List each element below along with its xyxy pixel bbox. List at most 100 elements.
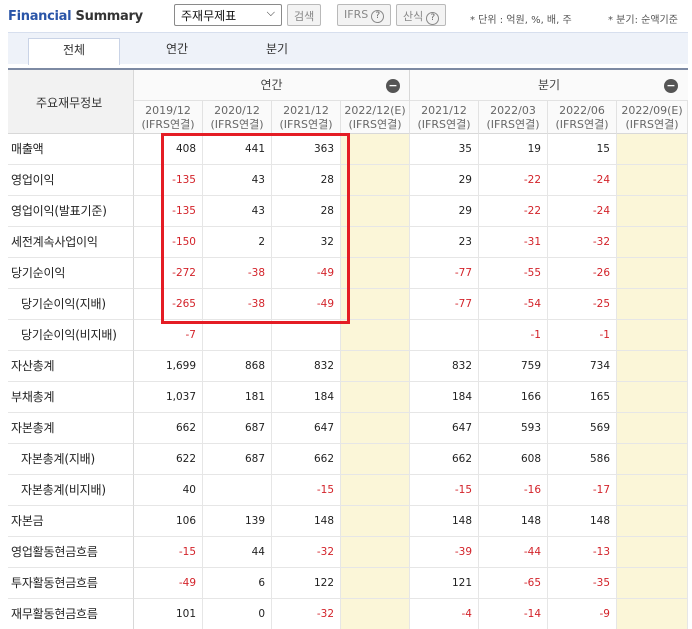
unit-note: * 단위 : 억원, %, 배, 주 — [470, 15, 572, 26]
table-cell: 32 — [272, 227, 341, 258]
table-cell — [341, 320, 410, 351]
column-header: 2020/12 (IFRS연결) — [203, 101, 272, 134]
collapse-annual-icon[interactable]: − — [386, 79, 400, 93]
ifrs-help-button[interactable]: IFRS? — [337, 4, 392, 26]
table-cell: -135 — [134, 165, 203, 196]
table-cell — [617, 382, 688, 413]
table-cell: -49 — [272, 258, 341, 289]
table-cell: 1,037 — [134, 382, 203, 413]
table-cell — [617, 599, 688, 629]
table-cell: -135 — [134, 196, 203, 227]
formula-help-button[interactable]: 산식? — [396, 4, 447, 26]
corner-label: 주요재무정보 — [36, 96, 103, 110]
table-cell: 28 — [272, 165, 341, 196]
table-cell: -38 — [203, 289, 272, 320]
statement-type-value: 주재무제표 — [181, 9, 237, 23]
table-cell: -32 — [272, 599, 341, 629]
table-cell: 734 — [548, 351, 617, 382]
table-cell — [617, 537, 688, 568]
table-cell: 2 — [203, 227, 272, 258]
table-cell: 647 — [272, 413, 341, 444]
tab-all[interactable]: 전체 — [28, 38, 120, 65]
annual-group-header: 연간 — [134, 70, 410, 101]
statement-type-select[interactable]: 주재무제표 ⌵ — [174, 4, 282, 26]
table-cell — [617, 258, 688, 289]
table-cell — [341, 196, 410, 227]
table-cell: -13 — [548, 537, 617, 568]
table-cell — [617, 506, 688, 537]
row-label: 영업활동현금흐름 — [8, 537, 134, 568]
table-cell: -55 — [479, 258, 548, 289]
row-label: 세전계속사업이익 — [8, 227, 134, 258]
column-header: 2021/12 (IFRS연결) — [272, 101, 341, 134]
table-cell: 29 — [410, 165, 479, 196]
search-button[interactable]: 검색 — [287, 4, 322, 26]
view-tabs: 전체 연간 분기 — [8, 32, 688, 65]
column-header: 2022/06 (IFRS연결) — [548, 101, 617, 134]
table-cell — [410, 320, 479, 351]
table-cell: 662 — [134, 413, 203, 444]
table-cell — [341, 289, 410, 320]
table-cell: -49 — [272, 289, 341, 320]
chevron-down-icon: ⌵ — [266, 6, 275, 19]
table-cell: -26 — [548, 258, 617, 289]
table-cell — [617, 475, 688, 506]
table-cell: 569 — [548, 413, 617, 444]
table-cell — [341, 444, 410, 475]
table-cell: -4 — [410, 599, 479, 629]
table-cell: 441 — [203, 134, 272, 165]
financial-summary-table: 주요재무정보 연간 − 분기 − 2019/12 (IFRS연결) 2020/12(… — [8, 68, 688, 629]
table-cell: 28 — [272, 196, 341, 227]
table-cell — [341, 475, 410, 506]
row-label: 투자활동현금흐름 — [8, 568, 134, 599]
table-cell — [617, 320, 688, 351]
table-cell: 608 — [479, 444, 548, 475]
table-cell: 121 — [410, 568, 479, 599]
table-cell: 1,699 — [134, 351, 203, 382]
table-cell: -32 — [272, 537, 341, 568]
table-cell — [272, 320, 341, 351]
table-cell: -265 — [134, 289, 203, 320]
column-basis: (IFRS연결) — [141, 118, 195, 131]
table-cell: -15 — [134, 537, 203, 568]
column-basis: (IFRS연결) — [625, 118, 679, 131]
row-label: 자본총계(지배) — [8, 444, 134, 475]
table-cell: 15 — [548, 134, 617, 165]
table-cell — [617, 413, 688, 444]
table-cell — [203, 320, 272, 351]
table-cell: 29 — [410, 196, 479, 227]
column-header: 2022/09(E) (IFRS연결) — [617, 101, 688, 134]
table-cell: 181 — [203, 382, 272, 413]
tab-annual[interactable]: 연간 — [132, 38, 222, 65]
help-icon: ? — [426, 12, 440, 25]
toolbar: Financial Summary 주재무제표 ⌵ 검색 IFRS? 산식? *… — [0, 0, 692, 32]
table-cell — [341, 382, 410, 413]
table-cell: -24 — [548, 165, 617, 196]
table-cell — [341, 537, 410, 568]
table-cell: 586 — [548, 444, 617, 475]
tab-quarter[interactable]: 분기 — [232, 38, 322, 65]
table-cell: 43 — [203, 165, 272, 196]
table-cell: -17 — [548, 475, 617, 506]
table-cell: -14 — [479, 599, 548, 629]
period-note: * 분기: 순액기준 — [608, 15, 678, 26]
table-cell: -7 — [134, 320, 203, 351]
table-cell: -77 — [410, 258, 479, 289]
table-cell: -1 — [548, 320, 617, 351]
table-cell — [617, 444, 688, 475]
table-cell: 593 — [479, 413, 548, 444]
table-cell: 165 — [548, 382, 617, 413]
page-title: Financial Summary — [8, 9, 143, 24]
table-cell: 148 — [410, 506, 479, 537]
table-cell — [341, 413, 410, 444]
collapse-quarter-icon[interactable]: − — [664, 79, 678, 93]
table-cell: 687 — [203, 413, 272, 444]
table-cell: -22 — [479, 165, 548, 196]
row-label: 자산총계 — [8, 351, 134, 382]
table-cell: -15 — [272, 475, 341, 506]
table-cell: -35 — [548, 568, 617, 599]
table-cell — [341, 506, 410, 537]
table-cell — [617, 568, 688, 599]
column-basis: (IFRS연결) — [417, 118, 471, 131]
table-cell: -77 — [410, 289, 479, 320]
